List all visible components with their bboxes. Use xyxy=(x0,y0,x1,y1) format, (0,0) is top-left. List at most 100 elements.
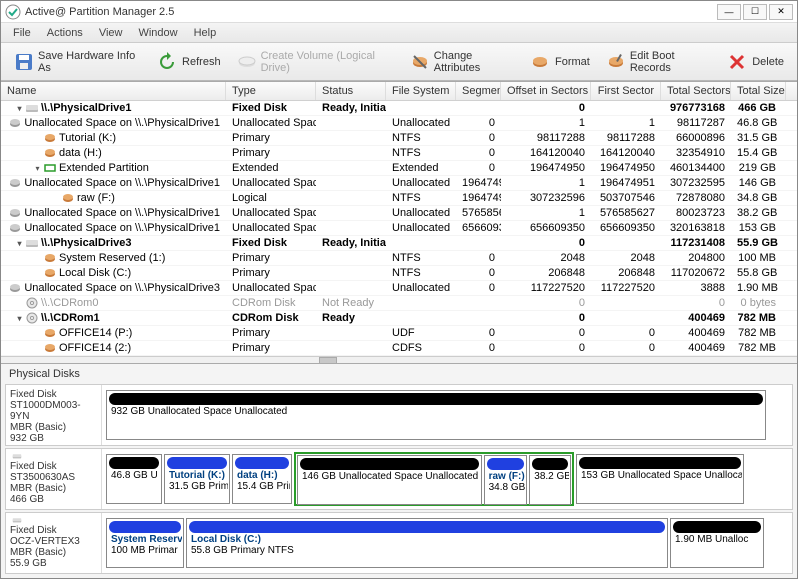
col-size[interactable]: Total Size xyxy=(731,82,786,100)
physical-disks-panel: Physical Disks Fixed DiskST1000DM003-9YN… xyxy=(1,363,797,578)
disk-info: Fixed DiskST1000DM003-9YNMBR (Basic)932 … xyxy=(6,385,102,445)
expand-icon[interactable]: ▾ xyxy=(15,104,24,113)
vol-icon xyxy=(44,147,56,159)
partition-block[interactable]: Tutorial (K:)31.5 GB Primar xyxy=(164,454,230,504)
partition-block[interactable]: raw (F:)34.8 GB xyxy=(484,455,528,505)
table-row[interactable]: Unallocated Space on \\.\PhysicalDrive1U… xyxy=(1,116,797,131)
menu-help[interactable]: Help xyxy=(186,25,225,41)
menu-window[interactable]: Window xyxy=(130,25,185,41)
col-type[interactable]: Type xyxy=(226,82,316,100)
create-volume-icon xyxy=(237,51,257,73)
table-row[interactable]: ▾\\.\CDRom1CDRom DiskReady0400469782 MB xyxy=(1,311,797,326)
col-total[interactable]: Total Sectors xyxy=(661,82,731,100)
table-header: Name Type Status File System Segment Off… xyxy=(1,82,797,101)
delete-button[interactable]: Delete xyxy=(719,47,791,77)
partition-block[interactable]: 1.90 MB Unalloc xyxy=(670,518,764,568)
partition-bar xyxy=(673,521,761,533)
vol-icon xyxy=(44,267,56,279)
partition-block[interactable]: 932 GB Unallocated Space Unallocated xyxy=(106,390,766,440)
extended-partition-group[interactable]: 146 GB Unallocated Space Unallocatedraw … xyxy=(294,452,574,506)
refresh-icon xyxy=(156,51,178,73)
partition-block[interactable]: 46.8 GB U xyxy=(106,454,162,504)
table-row[interactable]: Local Disk (C:)PrimaryNTFS02068482068481… xyxy=(1,266,797,281)
expand-icon[interactable]: ▾ xyxy=(33,164,42,173)
table-row[interactable]: ▾\\.\PhysicalDrive3Fixed DiskReady, Init… xyxy=(1,236,797,251)
menu-actions[interactable]: Actions xyxy=(39,25,91,41)
partition-block[interactable]: 146 GB Unallocated Space Unallocated xyxy=(297,455,482,505)
partition-bar xyxy=(167,457,227,469)
ext-icon xyxy=(44,162,56,174)
table-row[interactable]: Unallocated Space on \\.\PhysicalDrive3U… xyxy=(1,281,797,296)
disk-row: Fixed DiskST1000DM003-9YNMBR (Basic)932 … xyxy=(5,384,793,446)
col-status[interactable]: Status xyxy=(316,82,386,100)
cd-icon xyxy=(26,312,38,324)
disk-row: Fixed DiskOCZ-VERTEX3MBR (Basic)55.9 GBS… xyxy=(5,512,793,574)
unalloc-icon xyxy=(9,177,21,189)
partition-bar xyxy=(532,458,568,470)
partition-bar xyxy=(487,458,525,470)
close-button[interactable]: ✕ xyxy=(769,4,793,20)
partition-block[interactable]: Local Disk (C:)55.8 GB Primary NTFS xyxy=(186,518,668,568)
disk-layout: 46.8 GB UTutorial (K:)31.5 GB Primardata… xyxy=(102,449,792,509)
toolbar: Save Hardware Info As Refresh Create Vol… xyxy=(1,43,797,81)
partition-table[interactable]: Name Type Status File System Segment Off… xyxy=(1,81,797,363)
refresh-button[interactable]: Refresh xyxy=(149,47,228,77)
disk-layout: 932 GB Unallocated Space Unallocated xyxy=(102,385,792,445)
table-row[interactable]: ▾\\.\PhysicalDrive1Fixed DiskReady, Init… xyxy=(1,101,797,116)
partition-bar xyxy=(189,521,665,533)
disk-layout: System Reserve100 MB PrimarLocal Disk (C… xyxy=(102,513,792,573)
menubar: File Actions View Window Help xyxy=(1,23,797,43)
physical-title: Physical Disks xyxy=(3,366,795,382)
maximize-button[interactable]: ☐ xyxy=(743,4,767,20)
col-fs[interactable]: File System xyxy=(386,82,456,100)
disk-icon xyxy=(10,453,24,459)
table-row[interactable]: Unallocated Space on \\.\PhysicalDrive1U… xyxy=(1,221,797,236)
partition-bar xyxy=(109,393,763,405)
unalloc-icon xyxy=(9,282,21,294)
partition-bar xyxy=(109,521,181,533)
partition-bar xyxy=(109,457,159,469)
save-hardware-button[interactable]: Save Hardware Info As xyxy=(7,46,147,78)
menu-file[interactable]: File xyxy=(5,25,39,41)
col-first[interactable]: First Sector xyxy=(591,82,661,100)
horizontal-scrollbar[interactable] xyxy=(1,356,797,363)
table-row[interactable]: ▾Extended PartitionExtendedExtended01964… xyxy=(1,161,797,176)
expand-icon[interactable]: ▾ xyxy=(15,239,24,248)
table-row[interactable]: raw (F:)LogicalNTFS196474950307232596503… xyxy=(1,191,797,206)
disk-row: Fixed DiskST3500630ASMBR (Basic)466 GB46… xyxy=(5,448,793,510)
format-icon xyxy=(529,51,551,73)
col-name[interactable]: Name xyxy=(1,82,226,100)
minimize-button[interactable]: — xyxy=(717,4,741,20)
edit-boot-button[interactable]: Edit Boot Records xyxy=(599,46,717,78)
partition-block[interactable]: 153 GB Unallocated Space Unalloca xyxy=(576,454,744,504)
format-button[interactable]: Format xyxy=(522,47,597,77)
partition-block[interactable]: System Reserve100 MB Primar xyxy=(106,518,184,568)
table-row[interactable]: OFFICE14 (2:)PrimaryCDFS000400469782 MB xyxy=(1,341,797,356)
partition-block[interactable]: 38.2 GB U xyxy=(529,455,571,505)
table-row[interactable]: Tutorial (K:)PrimaryNTFS0981172889811728… xyxy=(1,131,797,146)
window-title: Active@ Partition Manager 2.5 xyxy=(25,6,717,18)
table-row[interactable]: \\.\CDRom0CDRom DiskNot Ready000 bytes xyxy=(1,296,797,311)
disk-icon xyxy=(10,517,24,523)
table-row[interactable]: System Reserved (1:)PrimaryNTFS020482048… xyxy=(1,251,797,266)
expand-icon[interactable]: ▾ xyxy=(15,314,24,323)
cd-icon xyxy=(26,297,38,309)
change-attributes-button[interactable]: Change Attributes xyxy=(403,46,520,78)
table-row[interactable]: Unallocated Space on \\.\PhysicalDrive1U… xyxy=(1,206,797,221)
unalloc-icon xyxy=(9,222,21,234)
create-volume-button[interactable]: Create Volume (Logical Drive) xyxy=(230,46,401,78)
unalloc-icon xyxy=(9,117,21,129)
disk-icon xyxy=(26,237,38,249)
col-offset[interactable]: Offset in Sectors xyxy=(501,82,591,100)
disk-icon xyxy=(26,102,38,114)
menu-view[interactable]: View xyxy=(91,25,131,41)
table-row[interactable]: data (H:)PrimaryNTFS01641200401641200403… xyxy=(1,146,797,161)
col-segment[interactable]: Segment xyxy=(456,82,501,100)
table-row[interactable]: Unallocated Space on \\.\PhysicalDrive1U… xyxy=(1,176,797,191)
partition-bar xyxy=(300,458,479,470)
table-row[interactable]: OFFICE14 (P:)PrimaryUDF000400469782 MB xyxy=(1,326,797,341)
unalloc-icon xyxy=(9,207,21,219)
attributes-icon xyxy=(410,51,430,73)
partition-block[interactable]: data (H:)15.4 GB Primar xyxy=(232,454,292,504)
app-icon xyxy=(5,4,21,20)
